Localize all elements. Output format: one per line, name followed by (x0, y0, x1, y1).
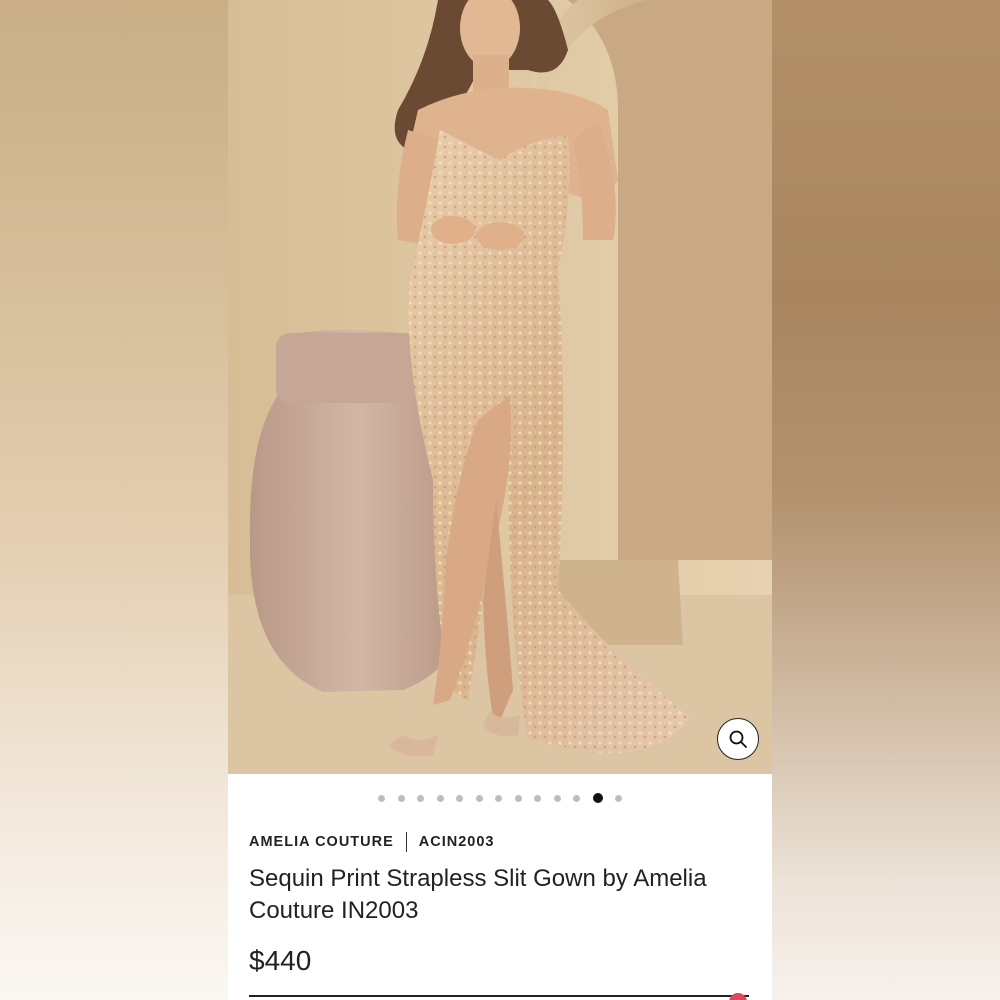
pagination-dot[interactable] (456, 794, 463, 802)
image-pagination-dots (228, 792, 772, 804)
product-photo-illustration (228, 0, 772, 774)
blurred-background-left (0, 0, 228, 1000)
pagination-dot[interactable] (495, 794, 502, 802)
search-icon (729, 730, 747, 748)
pagination-dot[interactable] (417, 794, 424, 802)
pagination-dot[interactable] (514, 794, 522, 802)
product-image[interactable] (228, 0, 772, 774)
pagination-dot[interactable] (534, 794, 541, 802)
pagination-dot[interactable] (553, 794, 561, 802)
blurred-background-right (772, 0, 1000, 1000)
brand-line: AMELIA COUTURE ACIN2003 (249, 832, 494, 852)
pagination-dot[interactable] (475, 794, 483, 802)
divider (249, 995, 749, 997)
pagination-dot[interactable] (436, 794, 444, 802)
pagination-dot[interactable] (397, 794, 405, 802)
product-price: $440 (249, 945, 312, 976)
brand-divider (405, 832, 407, 852)
pagination-dot[interactable] (615, 794, 622, 802)
product-title: Sequin Print Strapless Slit Gown by Amel… (249, 865, 707, 924)
brand-name[interactable]: AMELIA COUTURE (249, 834, 394, 850)
pagination-dot[interactable] (573, 794, 580, 802)
product-page: AMELIA COUTURE ACIN2003 Sequin Print Str… (228, 0, 772, 1000)
pagination-dot-active[interactable] (592, 793, 603, 803)
pagination-dot[interactable] (378, 794, 385, 802)
product-sku: ACIN2003 (418, 834, 495, 850)
zoom-button[interactable] (717, 718, 759, 760)
